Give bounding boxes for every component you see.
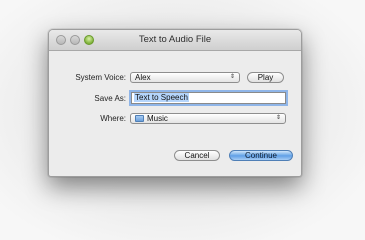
where-value: Music bbox=[147, 114, 168, 123]
popup-arrows-icon: ⇕ bbox=[275, 115, 281, 121]
system-voice-popup[interactable]: Alex ⇕ bbox=[130, 72, 240, 83]
save-as-value: Text to Speech bbox=[134, 93, 189, 102]
continue-button[interactable]: Continue bbox=[229, 150, 293, 161]
where-label: Where: bbox=[100, 114, 126, 123]
save-as-field[interactable]: Text to Speech bbox=[131, 92, 286, 104]
system-voice-label: System Voice: bbox=[75, 73, 126, 82]
cancel-button[interactable]: Cancel bbox=[174, 150, 220, 161]
popup-arrows-icon: ⇕ bbox=[229, 74, 235, 80]
play-button[interactable]: Play bbox=[247, 72, 284, 83]
text-to-audio-dialog: Text to Audio File System Voice: Alex ⇕ … bbox=[48, 29, 302, 177]
title-bar[interactable]: Text to Audio File bbox=[49, 30, 301, 51]
where-popup[interactable]: Music ⇕ bbox=[130, 113, 286, 124]
save-as-label: Save As: bbox=[94, 94, 126, 103]
system-voice-value: Alex bbox=[135, 73, 151, 82]
window-title: Text to Audio File bbox=[138, 34, 212, 45]
folder-icon bbox=[135, 115, 144, 122]
